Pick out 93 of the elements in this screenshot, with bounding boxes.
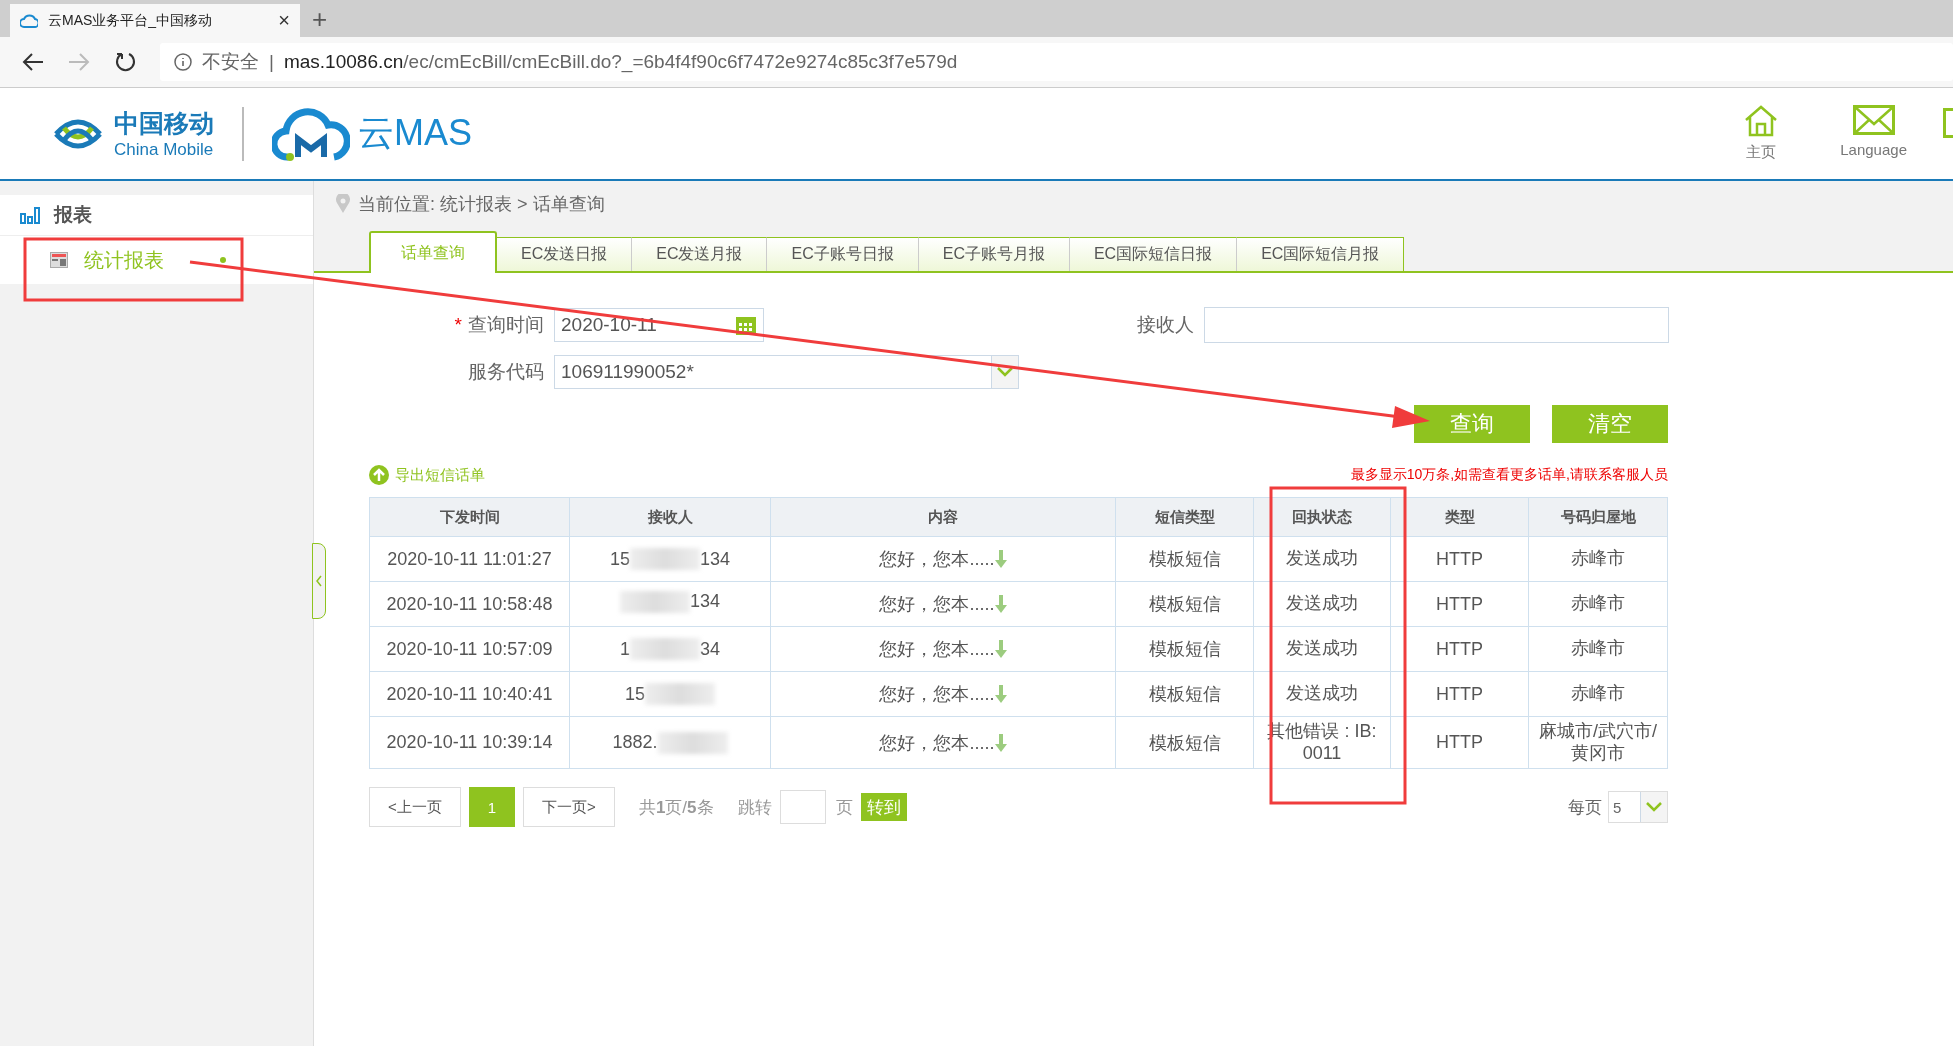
close-tab-button[interactable]: × (278, 9, 290, 32)
nav-button[interactable]: 主页 (1738, 104, 1785, 163)
table-cell: 赤峰市 (1528, 671, 1668, 717)
back-icon[interactable] (22, 52, 44, 72)
chevron-down-icon (997, 367, 1013, 377)
table-cell: 2020-10-11 10:57:09 (369, 626, 570, 672)
table-cell: 麻城市/武穴市/黄冈市 (1528, 716, 1668, 769)
nav-button[interactable]: Language (1834, 104, 1913, 159)
table-cell: 15 134 (569, 536, 771, 582)
column-header: 内容 (770, 497, 1116, 537)
table-cell: 您好，您本..... (770, 581, 1116, 627)
field-label: 服务代码 (467, 360, 545, 384)
location-pin-icon (336, 194, 350, 214)
reload-icon[interactable] (114, 51, 136, 73)
security-label: 不安全 (202, 50, 259, 74)
download-arrow-icon[interactable] (994, 595, 1007, 613)
table-cell: 赤峰市 (1528, 536, 1668, 582)
next-page-button[interactable]: 下一页> (523, 787, 615, 828)
download-arrow-icon[interactable] (994, 550, 1007, 568)
product-name: 云MAS (358, 111, 472, 155)
column-header: 类型 (1390, 497, 1529, 537)
page-unit: 页 (835, 796, 853, 819)
tab[interactable]: EC发送月报 (632, 237, 768, 271)
table-cell: HTTP (1390, 716, 1529, 769)
column-header: 接收人 (569, 497, 771, 537)
table-cell: 2020-10-11 10:39:14 (369, 716, 570, 769)
url-field[interactable]: mas.10086.cn/ec/cmEcBill/cmEcBill.do?_=6b4f4f90c6f7472e9274c85c3f7e579d (283, 51, 958, 73)
table-cell: 您好，您本..... (770, 626, 1116, 672)
home-icon (1744, 105, 1779, 137)
prev-page-button[interactable]: <上一页 (369, 787, 461, 828)
table-cell: 发送成功 (1253, 581, 1391, 627)
table-cell: 赤峰市 (1528, 581, 1668, 627)
recipient-field[interactable] (1204, 307, 1669, 343)
table-cell: 发送成功 (1253, 626, 1391, 672)
table-cell: 赤峰市 (1528, 626, 1668, 672)
table-cell: 模板短信 (1115, 626, 1254, 672)
date-field[interactable]: 2020-10-11 (554, 308, 764, 342)
table-cell: 1882. (569, 716, 771, 769)
table-icon (50, 252, 68, 268)
column-header: 号码归屋地 (1528, 497, 1668, 537)
table-cell: 您好，您本..... (770, 671, 1116, 717)
table-cell: 您好，您本..... (770, 716, 1116, 769)
tab[interactable]: EC国际短信日报 (1069, 237, 1238, 271)
table-cell: 2020-10-11 10:40:41 (369, 671, 570, 717)
tab[interactable]: EC子账号月报 (918, 237, 1070, 271)
column-header: 下发时间 (369, 497, 570, 537)
table-cell: 134 (569, 581, 771, 627)
notice-text: 最多显示10万条,如需查看更多话单,请联系客服人员 (1350, 466, 1668, 484)
column-header: 短信类型 (1115, 497, 1254, 537)
download-arrow-icon[interactable] (994, 640, 1007, 658)
separator: | (269, 51, 274, 73)
tab[interactable]: EC子账号日报 (767, 237, 919, 271)
table-cell: HTTP (1390, 581, 1529, 627)
per-page-label: 每页 (1568, 796, 1602, 819)
tab[interactable]: EC国际短信月报 (1237, 237, 1405, 271)
new-tab-button[interactable]: + (312, 4, 328, 35)
per-page-select[interactable]: 5 (1608, 791, 1668, 824)
table-cell: 模板短信 (1115, 716, 1254, 769)
brand-name-english: China Mobile (114, 140, 214, 160)
table-cell: 2020-10-11 11:01:27 (369, 536, 570, 582)
service-code-select[interactable]: 106911990052* (554, 355, 1019, 389)
table-cell: 发送成功 (1253, 671, 1391, 717)
table-cell: HTTP (1390, 626, 1529, 672)
table-cell: 您好，您本..... (770, 536, 1116, 582)
cloud-icon (20, 13, 38, 28)
download-arrow-icon[interactable] (994, 733, 1007, 752)
page-input[interactable] (779, 790, 826, 825)
table-cell: 2020-10-11 10:58:48 (369, 581, 570, 627)
download-arrow-icon[interactable] (994, 685, 1007, 703)
table-cell: 1 34 (569, 626, 771, 672)
page-summary: 共1页/5条 (638, 796, 714, 819)
table-cell: HTTP (1390, 536, 1529, 582)
forward-icon[interactable] (68, 52, 90, 72)
field-label: * 查询时间 (453, 313, 545, 337)
table-cell: HTTP (1390, 671, 1529, 717)
brand-name: 中国移动 (114, 108, 214, 139)
field-label: 接收人 (1136, 313, 1195, 337)
table-cell: 模板短信 (1115, 536, 1254, 582)
table-cell: 发送成功 (1253, 536, 1391, 582)
sidebar-group-title: 报表 (54, 203, 92, 227)
column-header: 回执状态 (1253, 497, 1391, 537)
info-icon[interactable] (174, 53, 192, 71)
chevron-down-icon (1646, 802, 1662, 813)
collapse-handle[interactable] (312, 543, 326, 619)
upload-arrow-icon (369, 465, 389, 485)
tab[interactable]: EC发送日报 (497, 237, 633, 271)
bar-chart-icon (20, 206, 40, 224)
table-cell: 模板短信 (1115, 671, 1254, 717)
breadcrumb: 当前位置: 统计报表 > 话单查询 (358, 193, 605, 216)
jump-label: 跳转 (737, 796, 772, 819)
table-cell: 模板短信 (1115, 581, 1254, 627)
table-cell: 15 (569, 671, 771, 717)
browser-tab[interactable]: 云MAS业务平台_中国移动 × (10, 4, 300, 37)
